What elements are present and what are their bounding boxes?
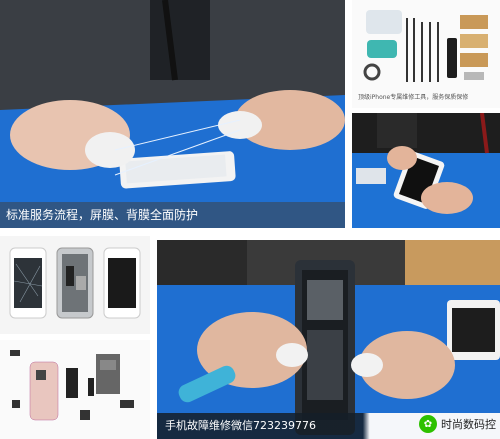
wechat-icon: ✿: [419, 415, 437, 433]
tools-caption-text: 顶级iPhone专属维修工具，服务保质保修: [358, 94, 469, 101]
contact-text: 手机故障维修微信723239776: [165, 417, 316, 433]
top-left-photo: 标准服务流程，屏膜、背膜全面防护: [0, 0, 345, 228]
broken-phones-image: [0, 236, 150, 334]
bottom-right-photo: [157, 240, 500, 439]
top-left-caption: 标准服务流程，屏膜、背膜全面防护: [0, 202, 345, 228]
right-middle-photo: [352, 113, 500, 228]
phone-repair-photo-right: [352, 113, 500, 228]
bottom-left-phones: [0, 236, 150, 334]
wechat-account-name: 时尚数码控: [441, 418, 496, 431]
top-left-caption-text: 标准服务流程，屏膜、背膜全面防护: [6, 208, 199, 222]
tools-caption: 顶级iPhone专属维修工具，服务保质保修: [358, 92, 468, 101]
wechat-account[interactable]: ✿ 时尚数码控: [419, 415, 496, 433]
bottom-left-parts: [0, 340, 150, 439]
technician-screen-protector-photo: [0, 0, 345, 228]
disassembled-parts-image: [0, 340, 150, 439]
tools-photo: 顶级iPhone专属维修工具，服务保质保修: [352, 0, 500, 108]
phone-disassembly-photo: [157, 240, 500, 439]
contact-text-label: 手机故障维修微信723239776: [165, 419, 316, 432]
